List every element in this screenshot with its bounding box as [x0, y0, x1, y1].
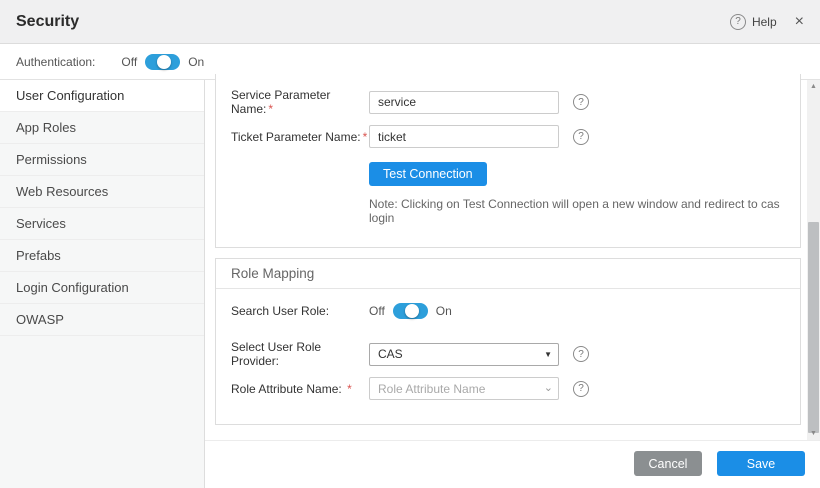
sidebar-item-web-resources[interactable]: Web Resources — [0, 176, 204, 208]
security-dialog: Security ? Help × Authentication: Off On… — [0, 0, 820, 488]
sidebar-item-services[interactable]: Services — [0, 208, 204, 240]
role-attribute-combobox: ⌄ — [369, 377, 559, 400]
search-user-role-off-label: Off — [369, 304, 385, 318]
dialog-header: Security ? Help × — [0, 0, 820, 44]
toggle-knob — [157, 55, 171, 69]
sidebar-item-login-configuration[interactable]: Login Configuration — [0, 272, 204, 304]
help-icon[interactable]: ? — [573, 381, 589, 397]
required-asterisk: * — [347, 382, 352, 396]
label-text: Service Parameter Name: — [231, 88, 330, 116]
label-text: Ticket Parameter Name: — [231, 130, 361, 144]
label-text: Role Attribute Name: — [231, 382, 342, 396]
sidebar-item-app-roles[interactable]: App Roles — [0, 112, 204, 144]
scroll-down-icon[interactable]: ▼ — [807, 427, 820, 440]
close-icon[interactable]: × — [795, 14, 804, 30]
role-attribute-row: Role Attribute Name: * ⌄ ? — [231, 377, 790, 400]
page-title: Security — [16, 13, 79, 31]
user-role-provider-label: Select User Role Provider: — [231, 340, 369, 368]
sidebar-item-user-configuration[interactable]: User Configuration — [0, 80, 204, 112]
toggle-knob — [405, 304, 419, 318]
sidebar-item-permissions[interactable]: Permissions — [0, 144, 204, 176]
role-mapping-title: Role Mapping — [216, 259, 800, 289]
search-user-role-toggle[interactable] — [393, 303, 428, 319]
scroll-up-icon[interactable]: ▲ — [807, 80, 820, 93]
dialog-footer: Cancel Save — [205, 440, 820, 488]
header-actions: ? Help × — [730, 14, 804, 30]
service-parameter-label: Service Parameter Name:* — [231, 88, 369, 116]
sidebar: User Configuration App Roles Permissions… — [0, 80, 205, 488]
role-mapping-panel: Role Mapping Search User Role: Off On Se… — [215, 258, 801, 425]
cas-parameters-panel: Service Parameter Name:* ? Ticket Parame… — [215, 74, 801, 248]
authentication-off-label: Off — [121, 55, 137, 69]
save-button[interactable]: Save — [717, 451, 805, 476]
dropdown-arrow-icon: ▼ — [544, 350, 552, 359]
authentication-label: Authentication: — [16, 55, 95, 69]
selected-provider-value: CAS — [378, 347, 403, 361]
role-attribute-input[interactable] — [369, 377, 559, 400]
required-asterisk: * — [363, 130, 368, 144]
required-asterisk: * — [268, 102, 273, 116]
sidebar-item-prefabs[interactable]: Prefabs — [0, 240, 204, 272]
user-role-provider-select[interactable]: CAS ▼ — [369, 343, 559, 366]
help-icon[interactable]: ? — [573, 129, 589, 145]
help-link[interactable]: Help — [752, 15, 777, 29]
vertical-scrollbar[interactable]: ▲ ▼ — [807, 80, 820, 440]
search-user-role-label: Search User Role: — [231, 304, 369, 318]
role-attribute-label: Role Attribute Name: * — [231, 382, 369, 396]
content-area: Service Parameter Name:* ? Ticket Parame… — [205, 80, 820, 440]
search-user-role-on-label: On — [436, 304, 452, 318]
search-user-role-row: Search User Role: Off On — [231, 303, 790, 319]
user-role-provider-row: Select User Role Provider: CAS ▼ ? — [231, 340, 790, 368]
ticket-parameter-row: Ticket Parameter Name:* ? — [231, 125, 790, 148]
scrollbar-thumb[interactable] — [808, 222, 819, 433]
test-connection-button[interactable]: Test Connection — [369, 162, 487, 186]
authentication-toggle[interactable] — [145, 54, 180, 70]
authentication-on-label: On — [188, 55, 204, 69]
service-parameter-row: Service Parameter Name:* ? — [231, 88, 790, 116]
ticket-parameter-label: Ticket Parameter Name:* — [231, 130, 369, 144]
help-icon[interactable]: ? — [573, 94, 589, 110]
ticket-parameter-input[interactable] — [369, 125, 559, 148]
help-icon[interactable]: ? — [573, 346, 589, 362]
cancel-button[interactable]: Cancel — [634, 451, 702, 476]
service-parameter-input[interactable] — [369, 91, 559, 114]
sidebar-item-owasp[interactable]: OWASP — [0, 304, 204, 336]
help-icon[interactable]: ? — [730, 14, 746, 30]
test-connection-note: Note: Clicking on Test Connection will o… — [369, 197, 800, 225]
